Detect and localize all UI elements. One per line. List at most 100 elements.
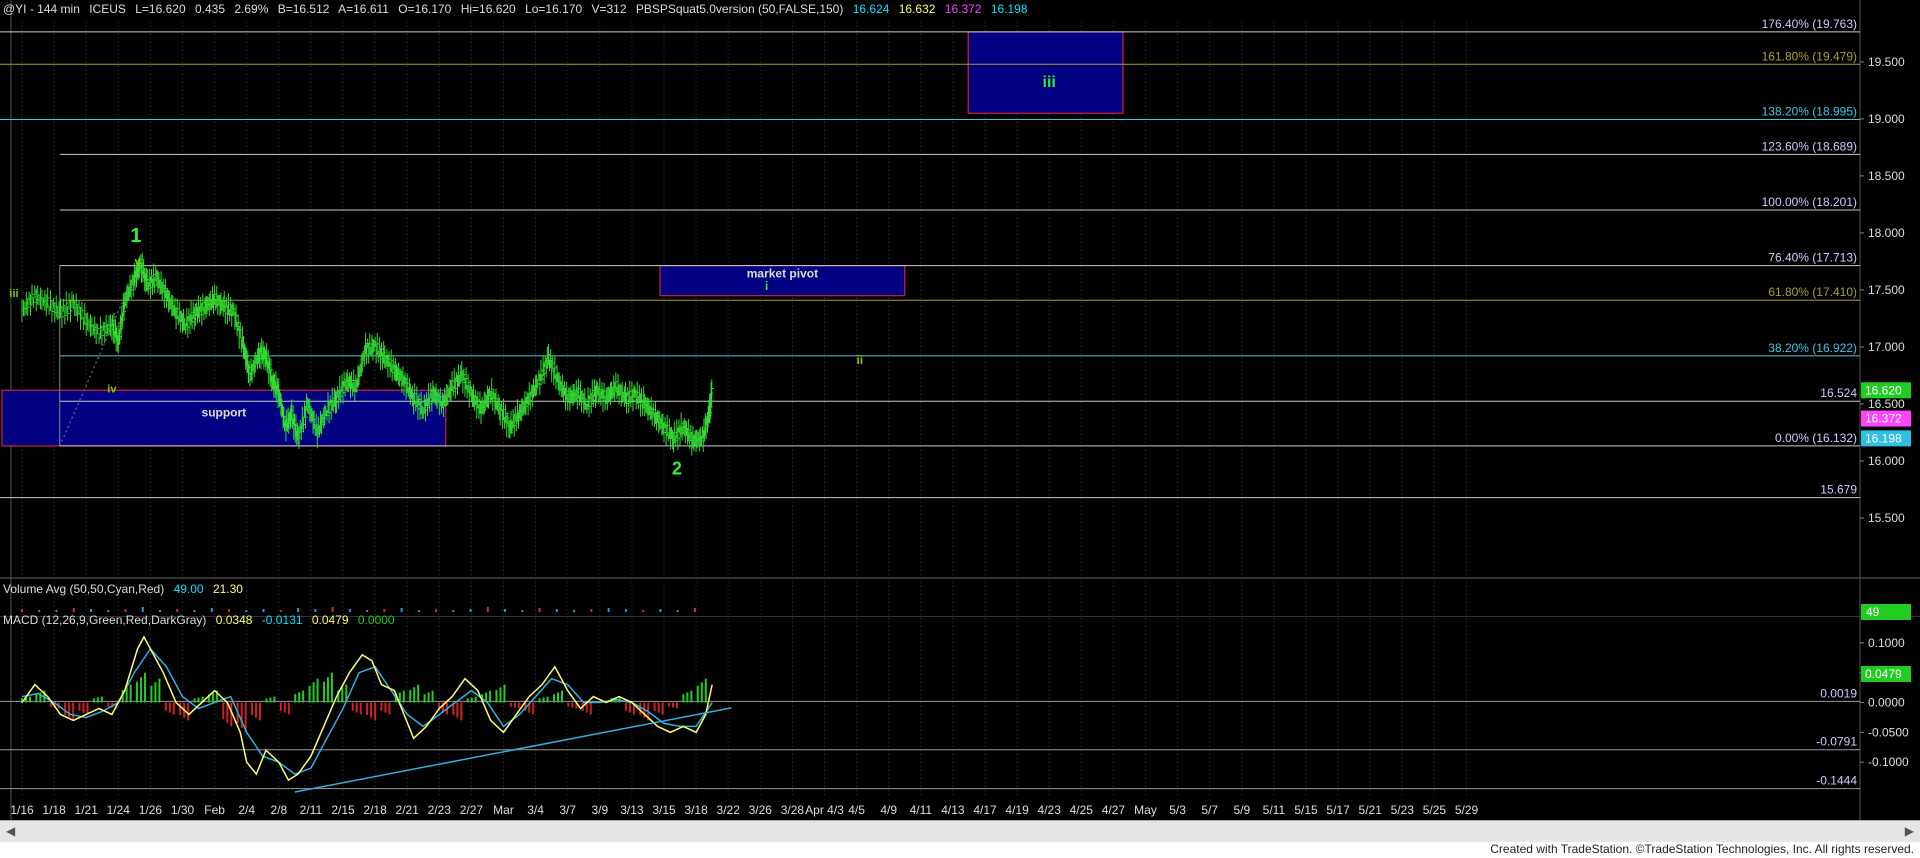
x-axis-label: 5/7 xyxy=(1201,803,1218,817)
x-axis-label: 3/22 xyxy=(717,803,741,817)
x-axis-label: 2/18 xyxy=(363,803,387,817)
x-axis-label: 3/4 xyxy=(527,803,544,817)
macd-level-label: -0.1444 xyxy=(1816,774,1857,788)
bid-price: B=16.512 xyxy=(277,2,330,16)
x-axis-label: 5/11 xyxy=(1263,803,1286,817)
x-axis-label: 4/19 xyxy=(1005,803,1029,817)
panel-divider xyxy=(0,577,1920,579)
macd-level-label: -0.0791 xyxy=(1816,735,1857,749)
scroll-left-icon[interactable]: ◀ xyxy=(6,824,15,838)
volume-avg-2: 21.30 xyxy=(212,582,243,596)
price-badge-label: 16.198 xyxy=(1865,431,1902,445)
fib-label: 16.524 xyxy=(1820,386,1857,400)
scroll-right-icon[interactable]: ▶ xyxy=(1905,824,1914,838)
volume-header: Volume Avg (50,50,Cyan,Red) 49.00 21.30 xyxy=(3,582,249,596)
x-axis-label: 2/11 xyxy=(300,803,323,817)
fib-label: 123.60% (18.689) xyxy=(1762,139,1857,153)
macd-level-label: 0.0019 xyxy=(1820,686,1857,700)
volume-value: V=312 xyxy=(591,2,627,16)
macd-value-1: 0.0348 xyxy=(215,613,253,627)
price-tick-label: 19.000 xyxy=(1868,112,1905,126)
fib-label: 38.20% (16.922) xyxy=(1768,341,1857,355)
indicator-value-3: 16.372 xyxy=(944,2,982,16)
x-axis-label: 3/18 xyxy=(684,803,708,817)
price-tick-label: 16.000 xyxy=(1868,454,1905,468)
footer: Created with TradeStation. ©TradeStation… xyxy=(0,842,1920,858)
x-axis-label: 5/17 xyxy=(1326,803,1350,817)
macd-value-4: 0.0000 xyxy=(357,613,395,627)
x-axis-label: 1/30 xyxy=(171,803,195,817)
indicator-value-4: 16.198 xyxy=(990,2,1028,16)
x-axis-label: 4/25 xyxy=(1070,803,1094,817)
x-axis-label: 3/28 xyxy=(781,803,805,817)
price-badge-label: 16.372 xyxy=(1865,412,1902,426)
indicator-label: PBSPSquat5.0version (50,FALSE,150) xyxy=(635,2,844,16)
x-axis-label: 2/23 xyxy=(428,803,452,817)
indicator-value-1: 16.624 xyxy=(852,2,890,16)
x-axis-label: 2/8 xyxy=(270,803,287,817)
macd-tick-label: -0.0500 xyxy=(1868,725,1909,739)
exchange-label: ICEUS xyxy=(89,2,126,16)
footer-credit: Created with TradeStation. ©TradeStation… xyxy=(1490,842,1914,856)
horizontal-scrollbar[interactable]: ◀ ▶ xyxy=(0,820,1920,843)
x-axis-label: 1/21 xyxy=(75,803,99,817)
fib-label: 161.80% (19.479) xyxy=(1762,49,1857,63)
indicator-value-2: 16.632 xyxy=(898,2,936,16)
fib-label: 0.00% (16.132) xyxy=(1775,431,1857,445)
last-price: L=16.620 xyxy=(135,2,186,16)
open-price: O=16.170 xyxy=(398,2,452,16)
x-axis-label: 3/9 xyxy=(591,803,608,817)
change-value: 0.435 xyxy=(194,2,226,16)
x-axis-label: May xyxy=(1134,803,1157,817)
high-price: Hi=16.620 xyxy=(460,2,516,16)
price-tick-label: 15.500 xyxy=(1868,511,1905,525)
price-badge-label: 16.620 xyxy=(1865,383,1902,397)
low-price: Lo=16.170 xyxy=(525,2,583,16)
x-axis-label: 2/15 xyxy=(331,803,355,817)
zone-label-market-pivot: market pivot xyxy=(747,267,818,281)
macd-badge-label: 0.0479 xyxy=(1865,667,1902,681)
x-axis-label: 4/27 xyxy=(1102,803,1126,817)
x-axis-label: 1/24 xyxy=(107,803,131,817)
volume-indicator-label: Volume Avg (50,50,Cyan,Red) xyxy=(3,582,165,596)
macd-tick-label: 0.1000 xyxy=(1868,636,1905,650)
price-tick-label: 16.500 xyxy=(1868,397,1905,411)
fib-label: 76.40% (17.713) xyxy=(1768,251,1857,265)
macd-header: MACD (12,26,9,Green,Red,DarkGray) 0.0348… xyxy=(3,613,401,627)
x-axis-label: 3/7 xyxy=(559,803,576,817)
price-tick-label: 19.500 xyxy=(1868,55,1905,69)
x-axis-label: 1/26 xyxy=(139,803,163,817)
volume-badge-label: 49 xyxy=(1866,605,1880,619)
wave-label: 1 xyxy=(130,225,141,247)
x-axis-label: 5/21 xyxy=(1359,803,1383,817)
price-tick-label: 18.000 xyxy=(1868,226,1905,240)
x-axis-label: 5/23 xyxy=(1391,803,1415,817)
x-axis-label: 5/3 xyxy=(1169,803,1186,817)
fib-label: 176.40% (19.763) xyxy=(1762,17,1857,31)
x-axis-label: 4/5 xyxy=(848,803,865,817)
x-axis-label: 1/16 xyxy=(10,803,34,817)
wave-label: v xyxy=(134,256,141,268)
wave-label: iii xyxy=(9,288,18,300)
x-axis-label: 4/9 xyxy=(880,803,897,817)
price-tick-label: 17.500 xyxy=(1868,283,1905,297)
macd-tick-label: -0.1000 xyxy=(1868,755,1909,769)
macd-tick-label: 0.0000 xyxy=(1868,696,1905,710)
x-axis-label: 5/15 xyxy=(1294,803,1318,817)
wave-label: i xyxy=(765,279,768,293)
zone-wave-iii-target xyxy=(967,31,1124,114)
zone-label-support: support xyxy=(202,405,247,419)
x-axis-label: 4/11 xyxy=(910,803,933,817)
price-chart[interactable]: 19.500 19.000 18.500 18.000 17.500 17.000 16.5… xyxy=(0,0,1920,820)
price-tick-label: 18.500 xyxy=(1868,169,1905,183)
ask-price: A=16.611 xyxy=(338,2,389,16)
x-axis-label: 5/29 xyxy=(1455,803,1479,817)
x-axis-label: 4/17 xyxy=(973,803,997,817)
fib-label: 61.80% (17.410) xyxy=(1768,285,1857,299)
x-axis-label: 2/21 xyxy=(396,803,420,817)
x-axis-label: 4/13 xyxy=(941,803,965,817)
wave-label: iii xyxy=(1043,74,1056,91)
price-tick-label: 17.000 xyxy=(1868,340,1905,354)
wave-label: iv xyxy=(107,384,117,396)
x-axis-label: 2/4 xyxy=(238,803,255,817)
